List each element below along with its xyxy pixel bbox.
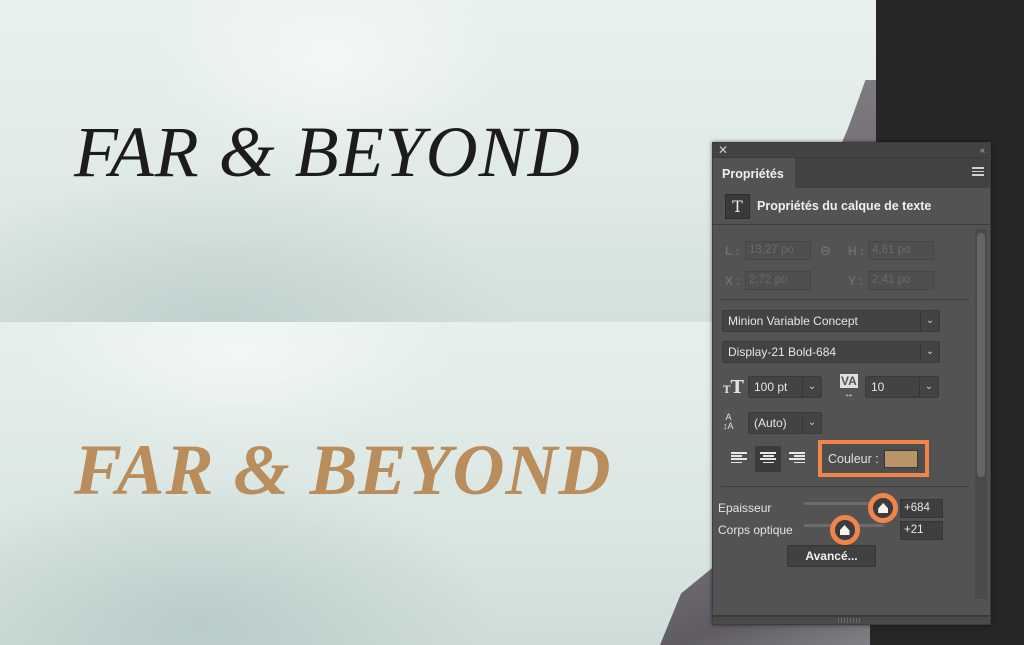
close-icon[interactable]: ✕ [718,143,728,157]
chevron-down-icon[interactable]: ⌄ [920,342,939,362]
font-style-value: Display-21 Bold-684 [728,345,837,359]
font-size-icon: TT [723,377,744,398]
leading-dropdown[interactable]: (Auto) ⌄ [748,412,822,434]
tab-row: Propriétés [713,158,990,188]
optical-size-slider-label: Corps optique [718,523,793,537]
panel-menu-icon[interactable] [972,167,984,177]
height-field[interactable]: 4,61 po [868,241,934,260]
layer-header: T Propriétés du calque de texte [713,188,990,225]
weight-value-field[interactable]: +684 [900,499,943,518]
font-size-value: 100 pt [754,380,788,394]
chevron-down-icon[interactable]: ⌄ [802,413,821,433]
collapse-icon[interactable]: ‹‹ [980,143,985,157]
scrollbar-thumb[interactable] [977,233,985,477]
color-control-highlight: Couleur : [818,440,929,477]
align-left-icon [731,452,747,465]
leading-icon: A ↕A [723,412,734,431]
weight-slider-handle[interactable] [868,493,899,523]
y-label: Y : [848,274,864,288]
align-right-icon [789,452,805,465]
chevron-down-icon[interactable]: ⌄ [802,377,821,397]
align-left-button[interactable] [726,446,752,472]
link-icon[interactable]: ⊖ [820,243,831,259]
panel-resize-bar[interactable] [713,615,990,624]
properties-panel: ✕ ‹‹ Propriétés T Propriétés du calque d… [712,142,991,625]
color-swatch[interactable] [884,450,918,468]
font-style-dropdown[interactable]: Display-21 Bold-684 ⌄ [722,341,940,363]
tab-properties[interactable]: Propriétés [713,158,795,188]
headline-text-gold[interactable]: FAR & BEYOND [74,434,611,506]
tracking-icon: VA ↔ [840,374,858,400]
tracking-value: 10 [871,380,885,394]
text-layer-icon: T [725,194,750,219]
font-family-dropdown[interactable]: Minion Variable Concept ⌄ [722,310,940,332]
height-label: H : [848,244,864,258]
align-right-button[interactable] [784,446,810,472]
color-label: Couleur : [828,452,879,466]
font-family-value: Minion Variable Concept [728,314,858,328]
chevron-down-icon[interactable]: ⌄ [919,377,938,397]
font-size-dropdown[interactable]: 100 pt ⌄ [748,376,822,398]
x-field[interactable]: 2,72 po [745,271,811,290]
divider [721,486,969,487]
y-field[interactable]: 2,41 po [868,271,934,290]
align-center-icon [760,452,776,465]
x-label: X : [725,274,741,288]
width-label: L : [725,244,740,258]
optical-size-value-field[interactable]: +21 [900,521,943,540]
width-field[interactable]: 13,27 po [745,241,811,260]
chevron-down-icon[interactable]: ⌄ [920,311,939,331]
divider [721,299,969,300]
tracking-dropdown[interactable]: 10 ⌄ [865,376,939,398]
panel-title-bar[interactable]: ✕ ‹‹ [713,143,990,158]
layer-title: Propriétés du calque de texte [757,199,932,213]
resize-grip-icon[interactable] [838,618,860,623]
headline-text-black[interactable]: FAR & BEYOND [74,116,581,188]
advanced-button[interactable]: Avancé... [787,545,876,567]
weight-slider-label: Epaisseur [718,501,772,515]
align-center-button[interactable] [755,446,781,472]
optical-size-slider-handle[interactable] [829,515,860,545]
leading-value: (Auto) [754,416,787,430]
